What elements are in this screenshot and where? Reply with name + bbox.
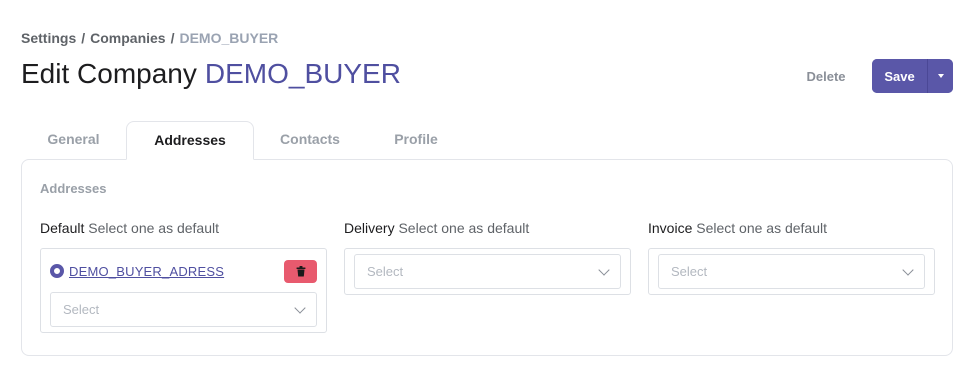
delete-address-button[interactable] bbox=[284, 259, 317, 283]
select-placeholder: Select bbox=[63, 302, 100, 317]
save-options-toggle[interactable] bbox=[927, 59, 953, 93]
address-row-left: DEMO_BUYER_ADRESS bbox=[50, 264, 224, 279]
chevron-down-icon bbox=[294, 301, 306, 314]
radio-selected-icon[interactable] bbox=[50, 264, 64, 278]
caret-down-icon bbox=[937, 74, 944, 78]
default-label: Default Select one as default bbox=[40, 220, 327, 236]
page-title-company-name: DEMO_BUYER bbox=[204, 58, 401, 89]
invoice-address-column: Invoice Select one as default Select bbox=[648, 220, 935, 295]
invoice-label-title: Invoice bbox=[648, 220, 693, 236]
addresses-panel: Addresses Default Select one as default … bbox=[21, 159, 953, 356]
tab-general[interactable]: General bbox=[21, 121, 126, 159]
breadcrumb: Settings / Companies / DEMO_BUYER bbox=[21, 30, 278, 46]
breadcrumb-settings[interactable]: Settings bbox=[21, 30, 76, 46]
default-label-title: Default bbox=[40, 220, 85, 236]
delete-button[interactable]: Delete bbox=[796, 60, 856, 92]
default-label-hint: Select one as default bbox=[88, 220, 220, 236]
chevron-down-icon bbox=[902, 263, 914, 276]
tab-bar: General Addresses Contacts Profile bbox=[21, 121, 466, 160]
tab-addresses[interactable]: Addresses bbox=[126, 121, 254, 160]
default-address-select[interactable]: Select bbox=[50, 292, 317, 327]
chevron-down-icon bbox=[598, 263, 610, 276]
invoice-label-hint: Select one as default bbox=[696, 220, 828, 236]
tab-contacts[interactable]: Contacts bbox=[254, 121, 366, 159]
page-title: Edit Company DEMO_BUYER bbox=[21, 58, 401, 90]
delivery-address-column: Delivery Select one as default Select bbox=[344, 220, 631, 295]
invoice-address-box: Select bbox=[648, 248, 935, 295]
trash-icon bbox=[296, 265, 305, 276]
invoice-address-select[interactable]: Select bbox=[658, 254, 925, 289]
invoice-label: Invoice Select one as default bbox=[648, 220, 935, 236]
breadcrumb-companies[interactable]: Companies bbox=[90, 30, 165, 46]
select-placeholder: Select bbox=[671, 264, 708, 279]
delivery-label-hint: Select one as default bbox=[398, 220, 530, 236]
default-address-column: Default Select one as default DEMO_BUYER… bbox=[40, 220, 327, 333]
breadcrumb-current: DEMO_BUYER bbox=[179, 30, 279, 46]
delivery-label-title: Delivery bbox=[344, 220, 395, 236]
delivery-address-select[interactable]: Select bbox=[354, 254, 621, 289]
section-title: Addresses bbox=[40, 181, 107, 196]
select-placeholder: Select bbox=[367, 264, 404, 279]
save-button-group: Save bbox=[872, 59, 953, 93]
tab-profile[interactable]: Profile bbox=[366, 121, 466, 159]
delivery-address-box: Select bbox=[344, 248, 631, 295]
default-address-box: DEMO_BUYER_ADRESS Select bbox=[40, 248, 327, 333]
delivery-label: Delivery Select one as default bbox=[344, 220, 631, 236]
breadcrumb-separator: / bbox=[81, 30, 86, 46]
address-row: DEMO_BUYER_ADRESS bbox=[50, 254, 317, 288]
address-link[interactable]: DEMO_BUYER_ADRESS bbox=[69, 264, 224, 279]
save-button[interactable]: Save bbox=[872, 59, 927, 93]
breadcrumb-separator: / bbox=[170, 30, 175, 46]
page-title-prefix: Edit Company bbox=[21, 58, 197, 89]
